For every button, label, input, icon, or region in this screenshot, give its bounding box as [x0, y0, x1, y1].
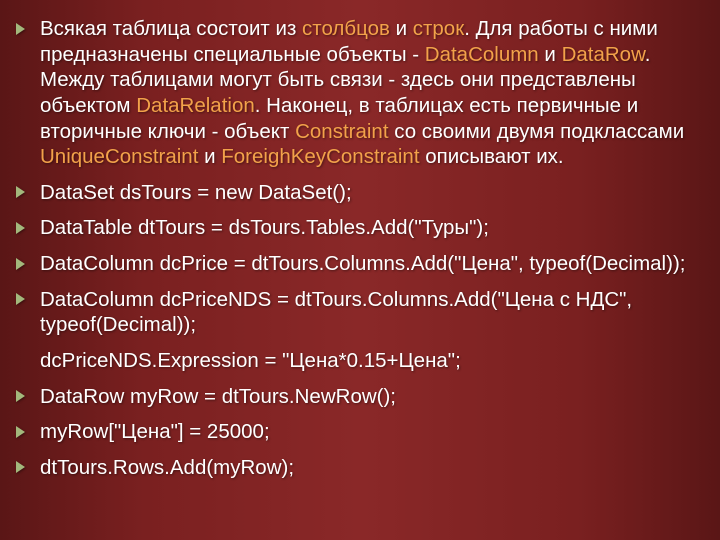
keyword-constraint: Constraint: [295, 120, 388, 143]
keyword-uniqueconstraint: UniqueConstraint: [40, 145, 198, 168]
text: со своими двумя подклассами: [389, 120, 685, 143]
code-line: DataColumn dcPrice = dtTours.Columns.Add…: [40, 252, 685, 275]
slide: Всякая таблица состоит из столбцов и стр…: [0, 0, 720, 540]
text: описывают их.: [420, 145, 564, 168]
code-line: DataTable dtTours = dsTours.Tables.Add("…: [40, 216, 489, 239]
code-line: DataSet dsTours = new DataSet();: [40, 181, 352, 204]
code-line: DataRow myRow = dtTours.NewRow();: [40, 385, 396, 408]
keyword-datarow: DataRow: [562, 43, 645, 66]
text: и: [390, 17, 413, 40]
bullet-code-7: dtTours.Rows.Add(myRow);: [10, 455, 692, 481]
code-line: DataColumn dcPriceNDS = dtTours.Columns.…: [40, 288, 632, 337]
bullet-code-2: DataTable dtTours = dsTours.Tables.Add("…: [10, 215, 692, 241]
bullet-code-6: myRow["Цена"] = 25000;: [10, 419, 692, 445]
text: и: [539, 43, 562, 66]
keyword-foreignkeyconstraint: ForeighKeyConstraint: [221, 145, 419, 168]
bullet-code-5: DataRow myRow = dtTours.NewRow();: [10, 384, 692, 410]
code-line: myRow["Цена"] = 25000;: [40, 420, 270, 443]
text: Всякая таблица состоит из: [40, 17, 302, 40]
bullet-code-3: DataColumn dcPrice = dtTours.Columns.Add…: [10, 251, 692, 277]
bullet-code-4: DataColumn dcPriceNDS = dtTours.Columns.…: [10, 287, 692, 338]
keyword-datacolumn: DataColumn: [425, 43, 539, 66]
keyword-columns: столбцов: [302, 17, 390, 40]
bullet-list: Всякая таблица состоит из столбцов и стр…: [10, 16, 692, 480]
bullet-code-4b: dcPriceNDS.Expression = "Цена*0.15+Цена"…: [10, 348, 692, 374]
bullet-code-1: DataSet dsTours = new DataSet();: [10, 180, 692, 206]
code-line: dcPriceNDS.Expression = "Цена*0.15+Цена"…: [40, 349, 461, 372]
text: и: [198, 145, 221, 168]
code-line: dtTours.Rows.Add(myRow);: [40, 456, 294, 479]
keyword-datarelation: DataRelation: [136, 94, 255, 117]
bullet-intro: Всякая таблица состоит из столбцов и стр…: [10, 16, 692, 170]
keyword-rows: строк: [413, 17, 464, 40]
